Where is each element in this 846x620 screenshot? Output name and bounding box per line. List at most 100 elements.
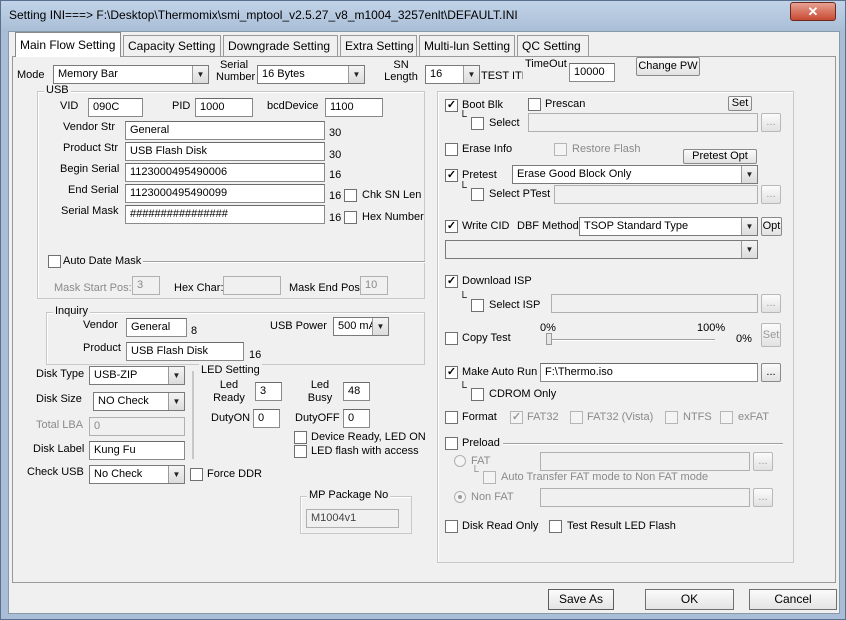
led-busy-label: Led Busy	[307, 379, 333, 404]
save-as-button[interactable]: Save As	[548, 589, 614, 610]
auto-run-path-input[interactable]: F:\Thermo.iso	[540, 363, 758, 382]
begin-serial-input[interactable]: 1123000495490006	[125, 163, 325, 182]
hex-char-input[interactable]	[223, 276, 281, 295]
serial-number-select[interactable]: 16 Bytes ▼	[257, 65, 365, 84]
usb-power-select[interactable]: 500 mA ▼	[333, 317, 389, 336]
auto-run-browse-button[interactable]: ...	[761, 363, 781, 382]
prescan-checkbox[interactable]	[528, 98, 541, 111]
duty-off-input[interactable]: 0	[343, 409, 370, 428]
dbf-opt-button[interactable]: Opt	[761, 217, 782, 236]
fat-browse-button[interactable]: ...	[753, 452, 773, 471]
timeout-input[interactable]: 10000	[569, 63, 615, 82]
auto-transfer-checkbox[interactable]	[483, 471, 496, 484]
make-auto-run-checkbox[interactable]: ✓	[445, 366, 458, 379]
duty-off-label: DutyOFF	[295, 412, 340, 424]
tab-capacity-setting[interactable]: Capacity Setting	[123, 35, 221, 56]
fat-radio[interactable]	[454, 455, 466, 467]
format-checkbox[interactable]	[445, 411, 458, 424]
led-flash-checkbox[interactable]	[294, 445, 307, 458]
force-ddr-checkbox[interactable]	[190, 468, 203, 481]
boot-blk-set-button[interactable]: Set	[728, 96, 752, 111]
led-ready-input[interactable]: 3	[255, 382, 282, 401]
mode-select[interactable]: Memory Bar ▼	[53, 65, 209, 84]
chevron-down-icon: ▼	[168, 367, 184, 384]
change-pw-button[interactable]: Change PW	[636, 57, 700, 76]
restore-flash-checkbox[interactable]	[554, 143, 567, 156]
copy-test-set-button[interactable]: Set	[761, 323, 781, 347]
duty-on-input[interactable]: 0	[253, 409, 280, 428]
disk-type-select[interactable]: USB-ZIP ▼	[89, 366, 185, 385]
select-isp-checkbox[interactable]	[471, 299, 484, 312]
isp-path-input[interactable]	[551, 294, 758, 313]
mask-start-pos-input[interactable]: 3	[132, 276, 160, 295]
ok-button[interactable]: OK	[645, 589, 734, 610]
serial-mask-input[interactable]: ################	[125, 205, 325, 224]
auto-date-mask-checkbox[interactable]	[48, 255, 61, 268]
disk-read-only-checkbox[interactable]	[445, 520, 458, 533]
tab-downgrade-setting[interactable]: Downgrade Setting	[223, 35, 338, 56]
boot-blk-path-input[interactable]	[528, 113, 758, 132]
test-result-led-checkbox[interactable]	[549, 520, 562, 533]
isp-browse-button[interactable]: ...	[761, 294, 781, 313]
check-usb-select[interactable]: No Check ▼	[89, 465, 185, 484]
tab-qc-setting[interactable]: QC Setting	[517, 35, 589, 56]
mp-package-input[interactable]: M1004v1	[306, 509, 399, 528]
copy-test-label: Copy Test	[462, 332, 511, 344]
non-fat-browse-button[interactable]: ...	[753, 488, 773, 507]
select-ptest-label: Select PTest	[489, 188, 551, 200]
chk-sn-len-checkbox[interactable]	[344, 189, 357, 202]
disk-label-input[interactable]: Kung Fu	[89, 441, 185, 460]
vendor-str-length: 30	[329, 127, 342, 139]
disk-type-label: Disk Type	[36, 368, 85, 380]
non-fat-radio[interactable]	[454, 491, 466, 503]
copy-test-slider-track[interactable]	[546, 339, 715, 341]
pretest-opt-button[interactable]: Pretest Opt	[683, 149, 757, 164]
tab-multi-lun-setting[interactable]: Multi-lun Setting	[419, 35, 515, 56]
exfat-checkbox[interactable]	[720, 411, 733, 424]
non-fat-path-input[interactable]	[540, 488, 750, 507]
ntfs-checkbox[interactable]	[665, 411, 678, 424]
pretest-select[interactable]: Erase Good Block Only ▼	[512, 165, 758, 184]
fat32-vista-checkbox[interactable]	[570, 411, 583, 424]
disk-size-select[interactable]: NO Check ▼	[93, 392, 185, 411]
close-button[interactable]: ✕	[790, 2, 836, 21]
copy-test-checkbox[interactable]	[445, 332, 458, 345]
select-isp-label: Select ISP	[489, 299, 541, 311]
vid-input[interactable]: 090C	[88, 98, 143, 117]
vendor-str-label: Vendor Str	[63, 121, 115, 133]
dbf-method-select[interactable]: TSOP Standard Type ▼	[579, 217, 758, 236]
preload-checkbox[interactable]	[445, 437, 458, 450]
boot-blk-select-checkbox[interactable]	[471, 117, 484, 130]
cdrom-only-checkbox[interactable]	[471, 388, 484, 401]
erase-info-checkbox[interactable]	[445, 143, 458, 156]
sn-length-select[interactable]: 16 ▼	[425, 65, 480, 84]
mask-end-pos-input[interactable]: 10	[360, 276, 388, 295]
led-busy-input[interactable]: 48	[343, 382, 370, 401]
end-serial-input[interactable]: 1123000495490099	[125, 184, 325, 203]
bcd-device-input[interactable]: 1100	[325, 98, 383, 117]
total-lba-input[interactable]: 0	[89, 417, 185, 436]
inquiry-vendor-input[interactable]: General	[126, 318, 187, 337]
cancel-button[interactable]: Cancel	[749, 589, 837, 610]
pretest-checkbox[interactable]: ✓	[445, 169, 458, 182]
tab-extra-setting[interactable]: Extra Setting	[340, 35, 417, 56]
select-ptest-checkbox[interactable]	[471, 188, 484, 201]
pid-input[interactable]: 1000	[195, 98, 253, 117]
tab-main-flow-setting[interactable]: Main Flow Setting	[15, 32, 121, 57]
ptest-path-input[interactable]	[554, 185, 758, 204]
vendor-str-input[interactable]: General	[125, 121, 325, 140]
inquiry-product-input[interactable]: USB Flash Disk	[126, 342, 244, 361]
dbf-method-value: TSOP Standard Type	[584, 220, 689, 232]
boot-blk-checkbox[interactable]: ✓	[445, 99, 458, 112]
fat-path-input[interactable]	[540, 452, 750, 471]
ptest-browse-button[interactable]: ...	[761, 185, 781, 204]
fat32-checkbox[interactable]: ✓	[510, 411, 523, 424]
device-ready-checkbox[interactable]	[294, 431, 307, 444]
write-cid-checkbox[interactable]: ✓	[445, 220, 458, 233]
cid-secondary-select[interactable]: ▼	[445, 240, 758, 259]
boot-blk-browse-button[interactable]: ...	[761, 113, 781, 132]
hex-number-checkbox[interactable]	[344, 211, 357, 224]
download-isp-checkbox[interactable]: ✓	[445, 275, 458, 288]
copy-test-slider-thumb[interactable]	[546, 333, 552, 345]
product-str-input[interactable]: USB Flash Disk	[125, 142, 325, 161]
